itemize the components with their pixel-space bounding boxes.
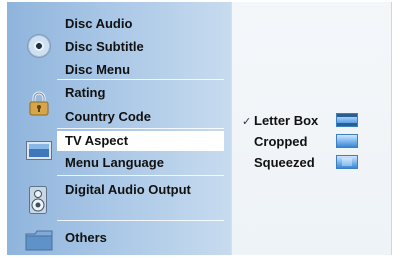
menu-item-disc-menu[interactable]: Disc Menu: [65, 62, 225, 78]
menu-group-divider: [57, 79, 224, 80]
tv-icon: [26, 141, 52, 160]
menu-item-others[interactable]: Others: [65, 230, 225, 246]
option-squeezed[interactable]: Squeezed: [254, 155, 334, 171]
menu-item-rating[interactable]: Rating: [65, 85, 225, 101]
menu-item-menu-language[interactable]: Menu Language: [65, 155, 225, 171]
menu-group-divider: [57, 175, 224, 176]
selected-check-icon: ✓: [242, 116, 252, 128]
cropped-icon: [336, 134, 358, 148]
squeezed-icon: [336, 155, 358, 169]
menu-item-country-code[interactable]: Country Code: [65, 109, 225, 125]
setup-menu-screen: Disc Audio Disc Subtitle Disc Menu Ratin…: [0, 0, 405, 258]
folder-icon: [25, 229, 53, 251]
lock-icon: [28, 90, 50, 116]
menu-item-tv-aspect[interactable]: TV Aspect: [57, 131, 224, 151]
menu-group-divider: [57, 220, 224, 221]
option-letter-box[interactable]: Letter Box: [254, 113, 334, 129]
menu-item-disc-subtitle[interactable]: Disc Subtitle: [65, 39, 225, 55]
menu-group-divider: [57, 128, 224, 129]
disc-icon: [28, 35, 50, 57]
letterbox-icon: [336, 113, 358, 127]
speaker-icon: [29, 186, 47, 214]
menu-item-digital-audio-output[interactable]: Digital Audio Output: [65, 182, 225, 198]
option-cropped[interactable]: Cropped: [254, 134, 334, 150]
menu-item-disc-audio[interactable]: Disc Audio: [65, 16, 225, 32]
